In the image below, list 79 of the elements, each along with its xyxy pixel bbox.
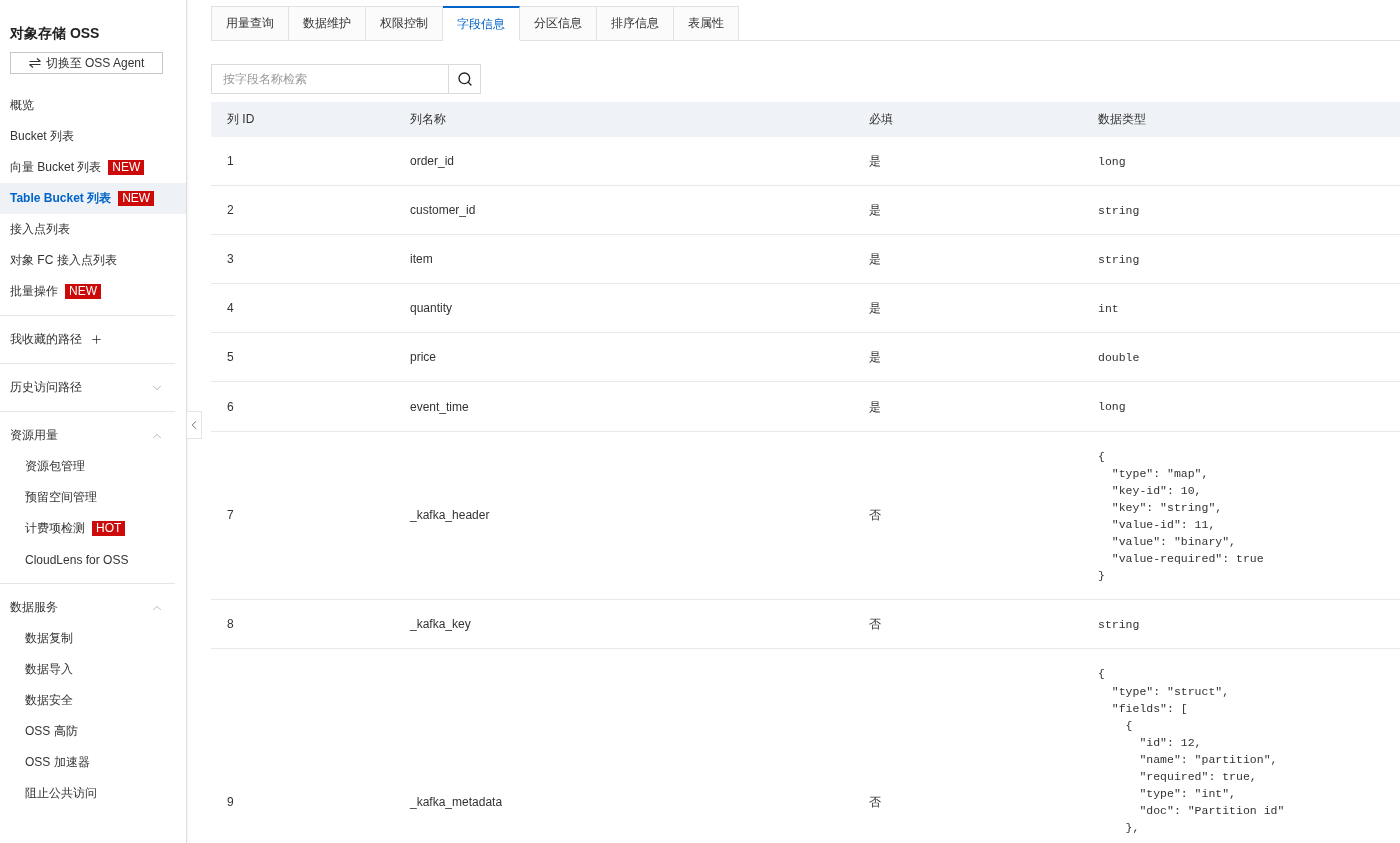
label-badge: NEW: [108, 160, 145, 175]
table-cell: _kafka_header: [410, 507, 490, 525]
table-cell-text: string: [1098, 203, 1140, 220]
table-cell: 是: [869, 349, 881, 367]
label-badge: NEW: [118, 191, 155, 206]
table-cell: price: [410, 349, 436, 367]
nav-item[interactable]: 对象 FC 接入点列表: [0, 245, 186, 276]
label-badge: NEW: [65, 284, 101, 299]
nav-item[interactable]: 数据安全: [0, 685, 186, 716]
column-header: 列名称: [410, 111, 446, 128]
switch-button[interactable]: 切换至 OSS Agent: [10, 52, 163, 74]
table-cell: order_id: [410, 153, 455, 171]
table-cell: 5: [227, 349, 234, 367]
column-header: 数据类型: [1098, 111, 1146, 128]
tab[interactable]: 字段信息: [443, 6, 520, 41]
tab[interactable]: 分区信息: [520, 6, 597, 41]
table-cell: customer_id: [410, 202, 476, 220]
table-cell-text: double: [1098, 350, 1140, 367]
table-cell-text: long: [1098, 154, 1126, 170]
nav-item[interactable]: 资源包管理: [0, 451, 186, 482]
column-header: 必填: [869, 111, 893, 128]
table-cell: 9: [227, 794, 234, 812]
nav-item[interactable]: 阻止公共访问: [0, 778, 186, 809]
table-cell: item: [410, 251, 433, 269]
table-cell-text: { "type": "struct", "fields": [ { "id": 12, "name": "partition", "required": true, "type": "int", "doc": "Partition id" },: [1098, 666, 1285, 837]
table-cell-text: string: [1098, 617, 1140, 634]
tab[interactable]: 表属性: [674, 6, 739, 41]
nav-item[interactable]: 概览: [0, 90, 186, 121]
nav-item[interactable]: 接入点列表: [0, 214, 186, 245]
table-cell: 6: [227, 398, 234, 416]
nav-item[interactable]: 数据导入: [0, 654, 186, 685]
table-cell: 4: [227, 300, 234, 318]
column-header: 列 ID: [227, 111, 255, 128]
table-cell: _kafka_key: [410, 616, 471, 634]
tab[interactable]: 权限控制: [366, 6, 443, 41]
nav-item[interactable]: 预留空间管理: [0, 482, 186, 513]
nav-item[interactable]: OSS 加速器: [0, 747, 186, 778]
section-header[interactable]: 数据服务: [0, 592, 176, 623]
table-cell-text: string: [1098, 252, 1140, 269]
tab[interactable]: 排序信息: [597, 6, 674, 41]
table-cell: event_time: [410, 398, 469, 416]
nav-item[interactable]: Table Bucket 列表 NEW: [0, 183, 186, 214]
table-cell: 3: [227, 251, 234, 269]
nav-item[interactable]: 数据复制: [0, 623, 186, 654]
nav-item[interactable]: CloudLens for OSS: [0, 544, 186, 575]
search-button[interactable]: [449, 64, 481, 94]
tab[interactable]: 数据维护: [289, 6, 366, 41]
table-cell: 7: [227, 507, 234, 525]
table-cell: 是: [869, 251, 881, 269]
table-cell: 是: [869, 202, 881, 220]
table-cell: quantity: [410, 300, 453, 318]
search-field[interactable]: 按字段名称检索: [211, 64, 449, 94]
table-cell: 1: [227, 153, 234, 171]
table-cell: 否: [869, 507, 881, 525]
sidebar-title: 对象存储 OSS: [10, 24, 100, 43]
nav-item[interactable]: 计费项检测 HOT: [0, 513, 186, 544]
search-icon: [456, 71, 473, 87]
table-cell-text: { "type": "map", "key-id": 10, "key": "string", "value-id": 11, "value": "binary", "value-required": true }: [1098, 448, 1264, 585]
tab[interactable]: 用量查询: [211, 6, 289, 41]
section-header[interactable]: 历史访问路径: [0, 372, 176, 403]
table-cell: 否: [869, 616, 881, 634]
nav-item[interactable]: Bucket 列表: [0, 121, 186, 152]
favorites-label: 我收藏的路径: [10, 331, 82, 348]
table-cell: 否: [869, 794, 881, 812]
table-cell: 8: [227, 616, 234, 634]
table-cell: 是: [869, 398, 881, 416]
nav-item[interactable]: OSS 高防: [0, 716, 186, 747]
nav-item[interactable]: 向量 Bucket 列表 NEW: [0, 152, 186, 183]
table-cell: _kafka_metadata: [410, 794, 503, 812]
swap-arrows-icon: [28, 58, 41, 68]
plus-icon[interactable]: [90, 333, 103, 346]
table-cell: 是: [869, 300, 881, 318]
section-header[interactable]: 资源用量: [0, 420, 176, 451]
nav-item[interactable]: 批量操作 NEW: [0, 276, 186, 307]
table-cell-text: long: [1098, 399, 1126, 416]
table-cell: 2: [227, 202, 234, 220]
table-cell-text: int: [1098, 301, 1119, 318]
label-badge: HOT: [92, 521, 126, 536]
table-cell: 是: [869, 153, 881, 171]
